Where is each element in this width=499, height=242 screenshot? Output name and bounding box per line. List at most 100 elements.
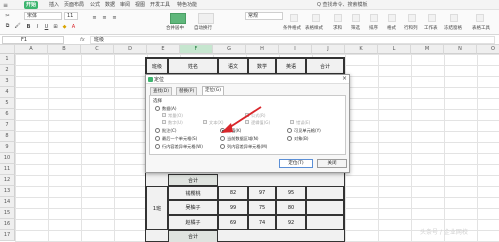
row-header[interactable]: 16 bbox=[0, 219, 15, 230]
column-header-l[interactable]: L bbox=[378, 45, 411, 54]
format-icon[interactable] bbox=[388, 14, 396, 22]
row-header[interactable]: 12 bbox=[0, 175, 15, 186]
score-cell[interactable]: 92 bbox=[276, 215, 306, 230]
column-header-d[interactable]: D bbox=[114, 45, 147, 54]
worksheet-label[interactable]: 工作表 bbox=[424, 25, 438, 31]
table-header-cell[interactable]: 班级 bbox=[146, 58, 168, 74]
tab-special[interactable]: 特色功能 bbox=[175, 1, 199, 9]
tab-page-layout[interactable]: 页面布局 bbox=[62, 1, 86, 9]
name-cell[interactable]: 钱樱桃 bbox=[168, 186, 218, 200]
empty-total-cell[interactable] bbox=[306, 186, 344, 200]
option-visible-cells[interactable]: 可见单元格(Y) bbox=[287, 127, 321, 134]
locate-button[interactable]: 定位(T) bbox=[279, 159, 313, 168]
column-header-n[interactable]: N bbox=[444, 45, 477, 54]
table-tools-label[interactable]: 表格工具 bbox=[472, 25, 490, 31]
filter-icon[interactable] bbox=[352, 14, 360, 22]
wrap-text-icon[interactable] bbox=[198, 13, 214, 24]
command-search[interactable]: Q 查找命令、搜索模板 bbox=[317, 1, 372, 9]
tab-view[interactable]: 视图 bbox=[133, 1, 147, 9]
row-header[interactable]: 6 bbox=[0, 109, 15, 120]
tab-home[interactable]: 开始 bbox=[24, 1, 39, 9]
wrap-label[interactable]: 自动换行 bbox=[194, 25, 212, 31]
format-dropdown-2[interactable] bbox=[312, 14, 320, 22]
table-header-cell[interactable]: 数学 bbox=[248, 58, 276, 74]
column-header-h[interactable]: H bbox=[246, 45, 279, 54]
row-header[interactable]: 8 bbox=[0, 131, 15, 142]
row-header[interactable]: 1 bbox=[0, 54, 15, 65]
format-dropdown-1[interactable] bbox=[290, 14, 298, 22]
conditional-format-label[interactable]: 条件格式 bbox=[283, 25, 301, 31]
radio-icon[interactable] bbox=[155, 105, 160, 111]
table-header-cell[interactable]: 合计 bbox=[306, 58, 344, 74]
copy-icon[interactable]: ⧉ bbox=[3, 22, 12, 30]
column-header-f[interactable]: F bbox=[180, 45, 213, 54]
tab-find[interactable]: 查找(D) bbox=[150, 87, 172, 95]
table-header-cell[interactable]: 姓名 bbox=[168, 58, 218, 74]
align-left-icon[interactable]: ≡ bbox=[90, 14, 99, 22]
column-header-b[interactable]: B bbox=[48, 45, 81, 54]
menu-icon[interactable]: ≡ bbox=[3, 2, 8, 9]
score-cell[interactable]: 99 bbox=[218, 200, 248, 215]
fx-icon[interactable]: fx bbox=[80, 36, 85, 44]
option-data[interactable]: 数据(A) bbox=[155, 105, 177, 112]
merge-center-icon[interactable] bbox=[170, 13, 186, 24]
score-cell[interactable]: 95 bbox=[276, 186, 306, 200]
row-header[interactable]: 15 bbox=[0, 208, 15, 219]
underline-icon[interactable]: U bbox=[42, 23, 51, 31]
table-header-cell[interactable]: 英语 bbox=[276, 58, 306, 74]
tab-developer[interactable]: 开发工具 bbox=[148, 1, 172, 9]
tab-goto[interactable]: 定位(G) bbox=[202, 86, 224, 95]
column-header-e[interactable]: E bbox=[147, 45, 180, 54]
close-button[interactable]: 关闭 bbox=[317, 159, 347, 168]
radio-icon[interactable] bbox=[155, 143, 160, 149]
radio-icon[interactable] bbox=[287, 127, 292, 133]
score-cell[interactable]: 75 bbox=[248, 200, 276, 215]
option-objects[interactable]: 对象(B) bbox=[287, 135, 309, 142]
close-icon[interactable]: × bbox=[342, 75, 347, 82]
empty-total-cell[interactable] bbox=[306, 215, 344, 230]
row-header[interactable]: 4 bbox=[0, 87, 15, 98]
italic-icon[interactable]: I bbox=[33, 23, 42, 31]
sum-icon[interactable] bbox=[334, 14, 342, 22]
sort-icon[interactable] bbox=[370, 14, 378, 22]
tab-replace[interactable]: 替换(P) bbox=[176, 87, 198, 95]
radio-icon[interactable] bbox=[220, 143, 225, 149]
total-cell[interactable]: 合计 bbox=[168, 230, 218, 242]
dialog-titlebar[interactable]: 定位 × bbox=[146, 75, 349, 84]
row-header[interactable]: 3 bbox=[0, 76, 15, 87]
column-header-o[interactable]: O bbox=[477, 45, 499, 54]
tab-review[interactable]: 审阅 bbox=[118, 1, 132, 9]
radio-icon[interactable] bbox=[155, 135, 160, 141]
score-cell[interactable]: 82 bbox=[218, 186, 248, 200]
border-icon[interactable]: ⊞ bbox=[51, 23, 60, 31]
rows-cols-icon[interactable] bbox=[408, 14, 416, 22]
row-header[interactable]: 2 bbox=[0, 65, 15, 76]
sort-label[interactable]: 排序 bbox=[369, 25, 378, 31]
column-header-k[interactable]: K bbox=[345, 45, 378, 54]
option-comments[interactable]: 批注(C) bbox=[155, 127, 177, 134]
table-header-cell[interactable]: 语文 bbox=[218, 58, 248, 74]
freeze-label[interactable]: 冻结窗格 bbox=[444, 25, 462, 31]
tab-formula[interactable]: 公式 bbox=[88, 1, 102, 9]
column-header-a[interactable]: A bbox=[15, 45, 48, 54]
align-right-icon[interactable]: ≡ bbox=[110, 14, 119, 22]
sum-label[interactable]: 求和 bbox=[333, 25, 342, 31]
column-header-i[interactable]: I bbox=[279, 45, 312, 54]
format-label[interactable]: 格式 bbox=[387, 25, 396, 31]
name-cell[interactable]: 赵橘子 bbox=[168, 215, 218, 230]
radio-icon[interactable] bbox=[287, 135, 292, 141]
tab-data[interactable]: 数据 bbox=[103, 1, 117, 9]
font-size-select[interactable]: 11 bbox=[64, 12, 78, 20]
row-header[interactable]: 10 bbox=[0, 153, 15, 164]
row-header[interactable]: 13 bbox=[0, 186, 15, 197]
font-color-icon[interactable]: A bbox=[69, 23, 78, 31]
freeze-icon[interactable] bbox=[450, 14, 458, 22]
option-last-cell[interactable]: 最后一个单元格(S) bbox=[155, 135, 197, 142]
score-cell[interactable]: 97 bbox=[248, 186, 276, 200]
score-cell[interactable]: 69 bbox=[218, 215, 248, 230]
radio-icon[interactable] bbox=[220, 135, 225, 141]
row-header[interactable]: 9 bbox=[0, 142, 15, 153]
font-name-select[interactable]: 宋体 bbox=[24, 12, 62, 20]
row-header[interactable]: 14 bbox=[0, 197, 15, 208]
format-painter-icon[interactable]: 🖌 bbox=[13, 22, 22, 30]
